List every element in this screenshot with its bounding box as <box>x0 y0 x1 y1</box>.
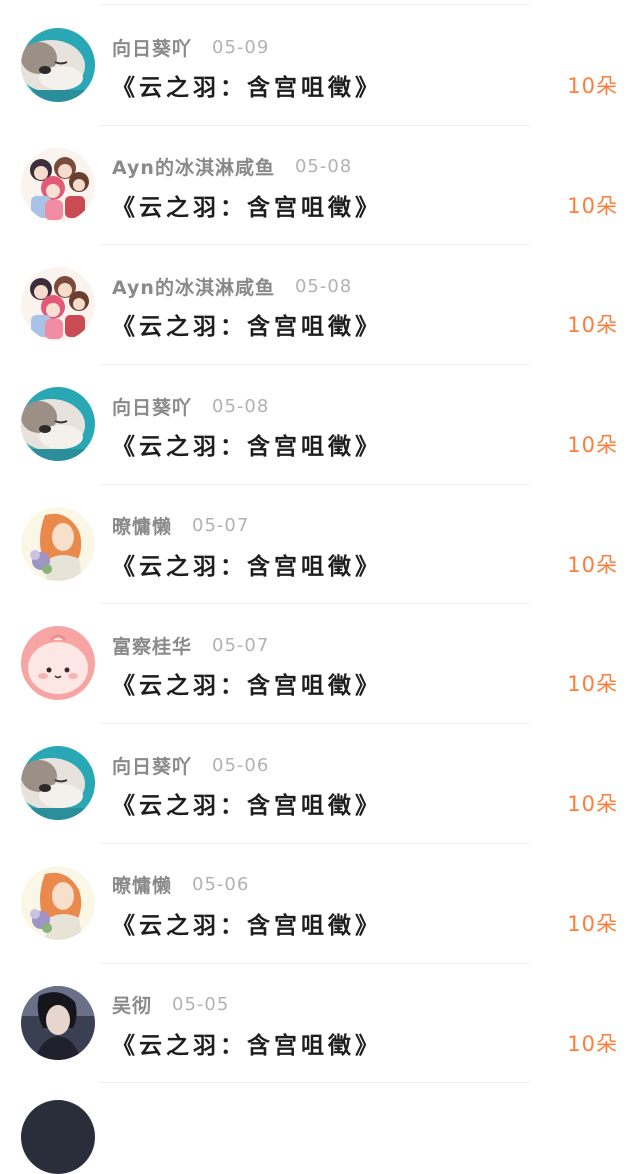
record-meta: 向日葵吖 05-06 <box>112 752 269 778</box>
record-meta: 富察桂华 05-07 <box>112 632 269 658</box>
record-meta: 暸慵懒 05-07 <box>112 513 249 539</box>
username[interactable]: 吴彻 <box>112 991 152 1018</box>
work-title[interactable]: 《云之羽：含宫咀徵》 <box>112 786 382 820</box>
anime-girls-avatar-icon[interactable] <box>21 267 95 342</box>
pink-blob-avatar-icon[interactable] <box>21 626 95 701</box>
record-date: 05-06 <box>212 754 270 776</box>
record-date: 05-09 <box>212 36 270 58</box>
gift-amount: 10朵 <box>567 792 618 817</box>
top-divider <box>100 4 530 5</box>
list-item[interactable]: 富察桂华 05-07 《云之羽：含宫咀徵》 10朵 <box>0 604 640 725</box>
list-item[interactable]: 向日葵吖 05-09 《云之羽：含宫咀徵》 10朵 <box>0 6 640 126</box>
list-item[interactable]: 向日葵吖 05-08 《云之羽：含宫咀徵》 10朵 <box>0 365 640 485</box>
record-meta: Ayn的冰淇淋咸鱼 05-08 <box>112 273 352 299</box>
work-title[interactable]: 《云之羽：含宫咀徵》 <box>112 188 382 222</box>
gift-amount: 10朵 <box>567 74 618 98</box>
gift-amount: 10朵 <box>567 313 618 338</box>
gift-record-list: 向日葵吖 05-09 《云之羽：含宫咀徵》 10朵 Ayn的冰淇淋咸鱼 05-0… <box>0 6 640 1084</box>
username[interactable]: 富察桂华 <box>112 632 192 659</box>
work-title[interactable]: 《云之羽：含宫咀徵》 <box>112 906 382 940</box>
gift-amount: 10朵 <box>567 911 618 936</box>
record-date: 05-08 <box>294 156 353 178</box>
username[interactable]: 向日葵吖 <box>112 752 192 779</box>
portrait-avatar-icon[interactable] <box>21 985 95 1060</box>
flower-girl-avatar-icon[interactable] <box>21 506 95 581</box>
list-item[interactable]: Ayn的冰淇淋咸鱼 05-08 《云之羽：含宫咀徵》 10朵 <box>0 126 640 246</box>
username[interactable]: 暸慵懒 <box>112 512 172 539</box>
gift-amount: 10朵 <box>567 552 618 577</box>
username[interactable]: Ayn的冰淇淋咸鱼 <box>112 153 275 180</box>
gift-amount: 10朵 <box>567 193 618 218</box>
record-meta: 暸慵懒 05-06 <box>112 872 249 898</box>
next-avatar-icon <box>21 1100 95 1174</box>
gift-amount: 10朵 <box>567 1031 618 1056</box>
anime-girls-avatar-icon[interactable] <box>21 147 95 222</box>
work-title[interactable]: 《云之羽：含宫咀徵》 <box>112 427 382 461</box>
flower-girl-avatar-icon[interactable] <box>21 865 95 940</box>
list-item[interactable]: Ayn的冰淇淋咸鱼 05-08 《云之羽：含宫咀徵》 10朵 <box>0 245 640 366</box>
list-item[interactable]: 向日葵吖 05-06 《云之羽：含宫咀徵》 10朵 <box>0 724 640 844</box>
work-title[interactable]: 《云之羽：含宫咀徵》 <box>112 1026 382 1060</box>
record-meta: 吴彻 05-05 <box>112 992 229 1018</box>
gift-amount: 10朵 <box>567 433 618 458</box>
record-date: 05-08 <box>212 395 270 417</box>
record-date: 05-05 <box>172 994 230 1015</box>
record-date: 05-08 <box>294 275 353 297</box>
username[interactable]: 向日葵吖 <box>112 393 192 420</box>
work-title[interactable]: 《云之羽：含宫咀徵》 <box>112 68 382 102</box>
dog-avatar-icon[interactable] <box>21 28 95 102</box>
record-meta: 向日葵吖 05-08 <box>112 393 269 419</box>
list-item[interactable]: 暸慵懒 05-06 《云之羽：含宫咀徵》 10朵 <box>0 844 640 964</box>
record-date: 05-07 <box>192 515 250 537</box>
dog-avatar-icon[interactable] <box>21 746 95 821</box>
gift-amount: 10朵 <box>567 672 618 697</box>
record-date: 05-06 <box>192 874 250 896</box>
dog-avatar-icon[interactable] <box>21 387 95 462</box>
work-title[interactable]: 《云之羽：含宫咀徵》 <box>112 547 382 581</box>
work-title[interactable]: 《云之羽：含宫咀徵》 <box>112 307 382 341</box>
record-date: 05-07 <box>212 634 270 656</box>
list-item[interactable]: 暸慵懒 05-07 《云之羽：含宫咀徵》 10朵 <box>0 485 640 605</box>
record-meta: 向日葵吖 05-09 <box>112 34 269 60</box>
username[interactable]: 向日葵吖 <box>112 34 192 61</box>
record-meta: Ayn的冰淇淋咸鱼 05-08 <box>112 154 352 180</box>
divider <box>100 1082 530 1084</box>
username[interactable]: 暸慵懒 <box>112 871 172 898</box>
list-item[interactable]: 吴彻 05-05 《云之羽：含宫咀徵》 10朵 <box>0 964 640 1084</box>
work-title[interactable]: 《云之羽：含宫咀徵》 <box>112 666 382 700</box>
username[interactable]: Ayn的冰淇淋咸鱼 <box>112 273 275 300</box>
